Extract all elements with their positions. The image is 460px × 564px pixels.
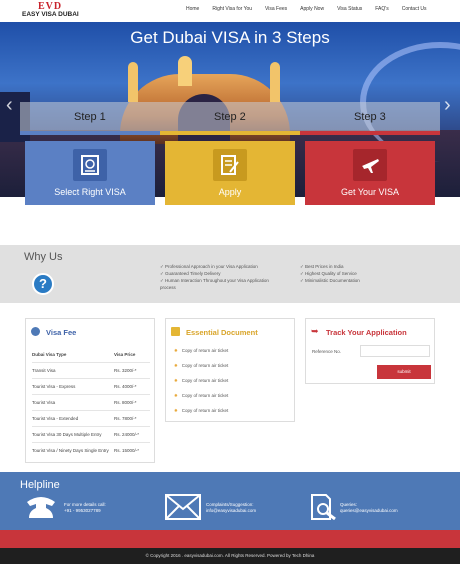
step-2-bar bbox=[160, 131, 300, 135]
track-title: Track Your Application bbox=[326, 328, 407, 337]
nav-visa-fees[interactable]: Visa Fees bbox=[265, 6, 287, 12]
search-document-icon bbox=[310, 494, 338, 525]
documents-panel: Essential Document Copy of return air ti… bbox=[165, 318, 295, 422]
why-point: ✓ Minimalistic Documentation bbox=[300, 278, 360, 283]
why-us-section: Why Us ? ✓ Professional Approach in your… bbox=[0, 245, 460, 303]
nav-faqs[interactable]: FAQ's bbox=[375, 6, 388, 12]
form-edit-icon bbox=[213, 149, 247, 181]
nav-right-visa[interactable]: Right Visa for You bbox=[212, 6, 252, 12]
step-1-label: Step 1 bbox=[74, 111, 106, 123]
document-icon bbox=[171, 327, 180, 336]
step-2-label: Step 2 bbox=[214, 111, 246, 123]
step-3-label: Step 3 bbox=[354, 111, 386, 123]
visa-fee-title: Visa Fee bbox=[46, 328, 77, 337]
track-panel: ➥ Track Your Application Reference No. s… bbox=[305, 318, 435, 384]
phone-info: For more details call: +91 - 9953027789 bbox=[64, 502, 106, 513]
phone-icon bbox=[24, 494, 58, 525]
why-point: ✓ Highest Quality of Service bbox=[300, 271, 357, 276]
why-point: ✓ Best Prices in India bbox=[300, 264, 344, 269]
table-header: Dubai Visa Type Visa Price bbox=[32, 352, 136, 357]
reference-label: Reference No. bbox=[312, 349, 342, 354]
nav-apply-now[interactable]: Apply Now bbox=[300, 6, 324, 12]
get-visa-label: Get Your VISA bbox=[340, 187, 400, 197]
helpline-section: Helpline For more details call: +91 - 99… bbox=[0, 472, 460, 530]
footer-band bbox=[0, 530, 460, 548]
submit-button[interactable]: submit bbox=[377, 365, 431, 379]
arrow-right-icon: ➥ bbox=[311, 326, 319, 336]
info-icon bbox=[31, 327, 40, 336]
logo-text[interactable]: EASY VISA DUBAI bbox=[22, 11, 79, 18]
get-visa-card[interactable]: Get Your VISA bbox=[305, 141, 435, 205]
document-item: Copy of return air ticket bbox=[174, 408, 229, 414]
table-row: Transit Visa Rs. 3200/-* bbox=[32, 362, 150, 378]
table-row: Tourist Visa - Extended Rs. 7800/-* bbox=[32, 410, 150, 426]
table-row: Tourist Visa 30 Days Multiple Entry Rs. 2… bbox=[32, 426, 150, 442]
why-point: process bbox=[160, 285, 176, 290]
hero-tower bbox=[128, 62, 138, 102]
documents-title: Essential Document bbox=[186, 328, 258, 337]
table-row: Tourist Visa - Express Rs. 4000/-* bbox=[32, 378, 150, 394]
document-item: Copy of return air ticket bbox=[174, 378, 229, 384]
why-point: ✓ Professional Approach in your Visa App… bbox=[160, 264, 258, 269]
apply-label: Apply bbox=[218, 187, 242, 197]
question-icon: ? bbox=[32, 273, 54, 295]
main-nav: Home Right Visa for You Visa Fees Apply … bbox=[186, 6, 439, 12]
nav-home[interactable]: Home bbox=[186, 6, 199, 12]
document-item: Copy of return air ticket bbox=[174, 348, 229, 354]
why-us-title: Why Us bbox=[24, 251, 63, 263]
document-item: Copy of return air ticket bbox=[174, 393, 229, 399]
visa-fee-table: Dubai Visa Type Visa Price Transit Visa R… bbox=[32, 347, 150, 458]
slider-next-icon[interactable]: › bbox=[444, 94, 451, 117]
helpline-title: Helpline bbox=[20, 479, 60, 491]
airplane-icon bbox=[353, 149, 387, 181]
step-3-bar bbox=[300, 131, 440, 135]
mail-icon bbox=[165, 494, 201, 525]
select-visa-label: Select Right VISA bbox=[54, 187, 126, 197]
table-row: Tourist Visa Rs. 8000/-* bbox=[32, 394, 150, 410]
table-row: Tourist Visa / Ninety Days Single Entry R… bbox=[32, 442, 150, 458]
visa-fee-panel: Visa Fee Dubai Visa Type Visa Price Tran… bbox=[25, 318, 155, 463]
document-item: Copy of return air ticket bbox=[174, 363, 229, 369]
footer: © Copyright 2016 . easyvisadubai.com. Al… bbox=[0, 548, 460, 564]
hero-tower bbox=[178, 56, 192, 86]
why-point: ✓ Human Interaction Throughout your Visa… bbox=[160, 278, 269, 283]
query-info: Queries: queries@easyvisadubai.com bbox=[340, 502, 398, 513]
step-1-bar bbox=[20, 131, 160, 135]
mail-info: Complaints/Suggestion: info@easyvisaduba… bbox=[206, 502, 257, 513]
nav-contact-us[interactable]: Contact Us bbox=[402, 6, 427, 12]
nav-visa-status[interactable]: Visa Status bbox=[337, 6, 362, 12]
hero-tower bbox=[270, 62, 280, 102]
slider-prev-icon[interactable]: ‹ bbox=[6, 94, 13, 117]
site-header: EVD EASY VISA DUBAI Home Right Visa for … bbox=[0, 0, 460, 22]
passport-icon bbox=[73, 149, 107, 181]
apply-card[interactable]: Apply bbox=[165, 141, 295, 205]
select-visa-card[interactable]: Select Right VISA bbox=[25, 141, 155, 205]
reference-input[interactable] bbox=[360, 345, 430, 357]
hero-title: Get Dubai VISA in 3 Steps bbox=[130, 28, 330, 47]
why-point: ✓ Guaranteed Timely Delivery bbox=[160, 271, 221, 276]
